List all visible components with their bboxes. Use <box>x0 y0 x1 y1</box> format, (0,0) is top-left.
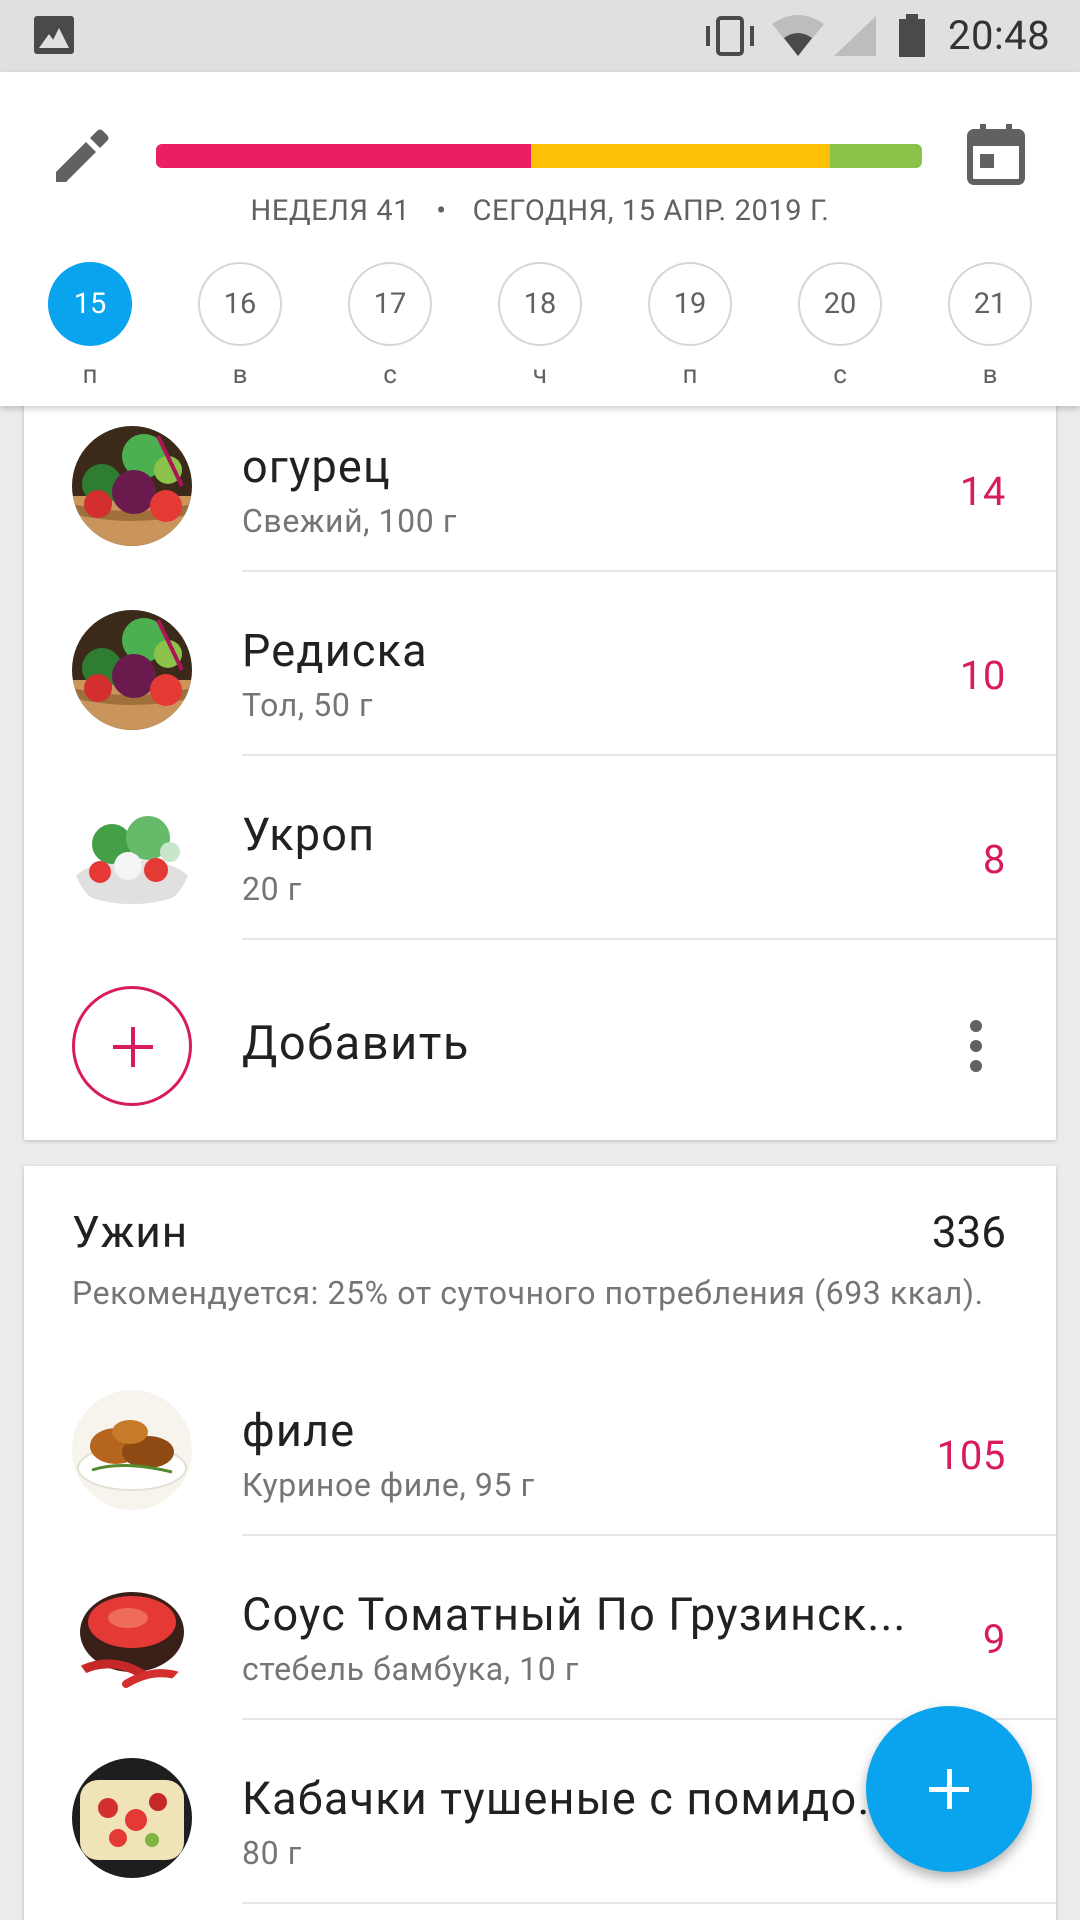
row-divider <box>242 1534 1056 1536</box>
day-number: 21 <box>948 262 1032 346</box>
add-food-label[interactable]: Добавить <box>242 1016 470 1071</box>
food-thumbnail-vegetables <box>72 610 192 730</box>
food-kcal: 9 <box>982 1616 1006 1663</box>
day-18[interactable]: 18 ч <box>498 262 582 390</box>
day-16[interactable]: 16 в <box>198 262 282 390</box>
day-name: с <box>833 360 847 390</box>
meal-title: Ужин <box>72 1206 189 1258</box>
day-20[interactable]: 20 с <box>798 262 882 390</box>
food-detail: 20 г <box>242 870 302 908</box>
week-date-line[interactable]: НЕДЕЛЯ 41 • СЕГОДНЯ, 15 АПР. 2019 Г. <box>0 194 1080 228</box>
row-divider <box>242 570 1056 572</box>
food-detail: Тол, 50 г <box>242 686 374 724</box>
diary-header: НЕДЕЛЯ 41 • СЕГОДНЯ, 15 АПР. 2019 Г. 15 п … <box>0 72 1080 406</box>
day-15[interactable]: 15 п <box>48 262 132 390</box>
more-options-icon[interactable] <box>966 1020 986 1072</box>
edit-pencil-icon[interactable] <box>52 126 112 186</box>
daily-calorie-progress-bar <box>156 144 922 168</box>
day-name: п <box>82 360 98 390</box>
day-number: 19 <box>648 262 732 346</box>
day-name: с <box>383 360 397 390</box>
progress-segment <box>531 144 831 168</box>
meal-recommendation: Рекомендуется: 25% от суточного потребле… <box>72 1274 984 1312</box>
food-entry-row[interactable]: Соус Томатный По Грузинск... стебель бам… <box>24 1538 1056 1720</box>
day-number: 20 <box>798 262 882 346</box>
food-detail: Куриное филе, 95 г <box>242 1466 535 1504</box>
row-divider <box>242 1902 1056 1904</box>
food-name: Кабачки тушеные с помидорами <box>242 1772 902 1825</box>
add-plus-icon[interactable] <box>72 986 192 1106</box>
food-detail: стебель бамбука, 10 г <box>242 1650 579 1688</box>
week-day-selector: 15 п 16 в 17 с 18 ч 19 п 20 с 21 в <box>0 262 1080 402</box>
row-divider <box>242 754 1056 756</box>
date-label: СЕГОДНЯ, 15 АПР. 2019 Г. <box>472 194 830 228</box>
food-kcal: 10 <box>959 652 1006 699</box>
food-name: филе <box>242 1404 356 1457</box>
food-thumbnail-sauce <box>72 1574 192 1694</box>
food-entry-row[interactable]: огурец Свежий, 100 г 14 <box>24 390 1056 572</box>
food-thumbnail-salad <box>72 794 192 914</box>
food-entry-row[interactable]: филе Куриное филе, 95 г 105 <box>24 1354 1056 1536</box>
day-21[interactable]: 21 в <box>948 262 1032 390</box>
row-divider <box>242 938 1056 940</box>
gallery-notification-icon <box>34 16 74 54</box>
food-name: Укроп <box>242 808 376 861</box>
food-kcal: 8 <box>982 836 1006 883</box>
food-detail: 80 г <box>242 1834 302 1872</box>
day-name: в <box>232 360 248 390</box>
day-17[interactable]: 17 с <box>348 262 432 390</box>
week-label: НЕДЕЛЯ 41 <box>250 194 411 228</box>
day-number: 18 <box>498 262 582 346</box>
progress-segment <box>156 144 532 168</box>
food-name: Соус Томатный По Грузинск... <box>242 1588 907 1641</box>
add-entry-fab[interactable] <box>866 1706 1032 1872</box>
meal-card-previous: огурец Свежий, 100 г 14 Редиска Тол, 50 … <box>24 390 1056 1140</box>
day-name: в <box>982 360 998 390</box>
food-name: огурец <box>242 440 391 493</box>
separator-dot: • <box>436 194 447 228</box>
food-kcal: 105 <box>936 1432 1006 1479</box>
add-food-row[interactable]: Добавить <box>24 950 1056 1140</box>
food-detail: Свежий, 100 г <box>242 502 457 540</box>
food-thumbnail-casserole <box>72 1758 192 1878</box>
food-kcal: 14 <box>959 468 1006 515</box>
day-19[interactable]: 19 п <box>648 262 732 390</box>
food-thumbnail-chicken <box>72 1390 192 1510</box>
status-time: 20:48 <box>948 12 1051 59</box>
food-name: Редиска <box>242 624 428 677</box>
calendar-icon[interactable] <box>966 122 1026 186</box>
battery-icon <box>899 14 925 57</box>
cell-signal-icon <box>834 16 876 56</box>
food-entry-row[interactable]: Укроп 20 г 8 <box>24 758 1056 940</box>
day-number: 16 <box>198 262 282 346</box>
food-thumbnail-vegetables <box>72 426 192 546</box>
day-name: п <box>682 360 698 390</box>
progress-segment <box>830 144 922 168</box>
vibrate-icon <box>706 16 754 56</box>
day-name: ч <box>532 360 548 390</box>
wifi-icon <box>772 15 824 56</box>
food-entry-row[interactable]: Редиска Тол, 50 г 10 <box>24 574 1056 756</box>
day-number: 15 <box>48 262 132 346</box>
day-number: 17 <box>348 262 432 346</box>
status-bar: 20:48 <box>0 0 1080 72</box>
meal-total-kcal: 336 <box>931 1206 1006 1258</box>
